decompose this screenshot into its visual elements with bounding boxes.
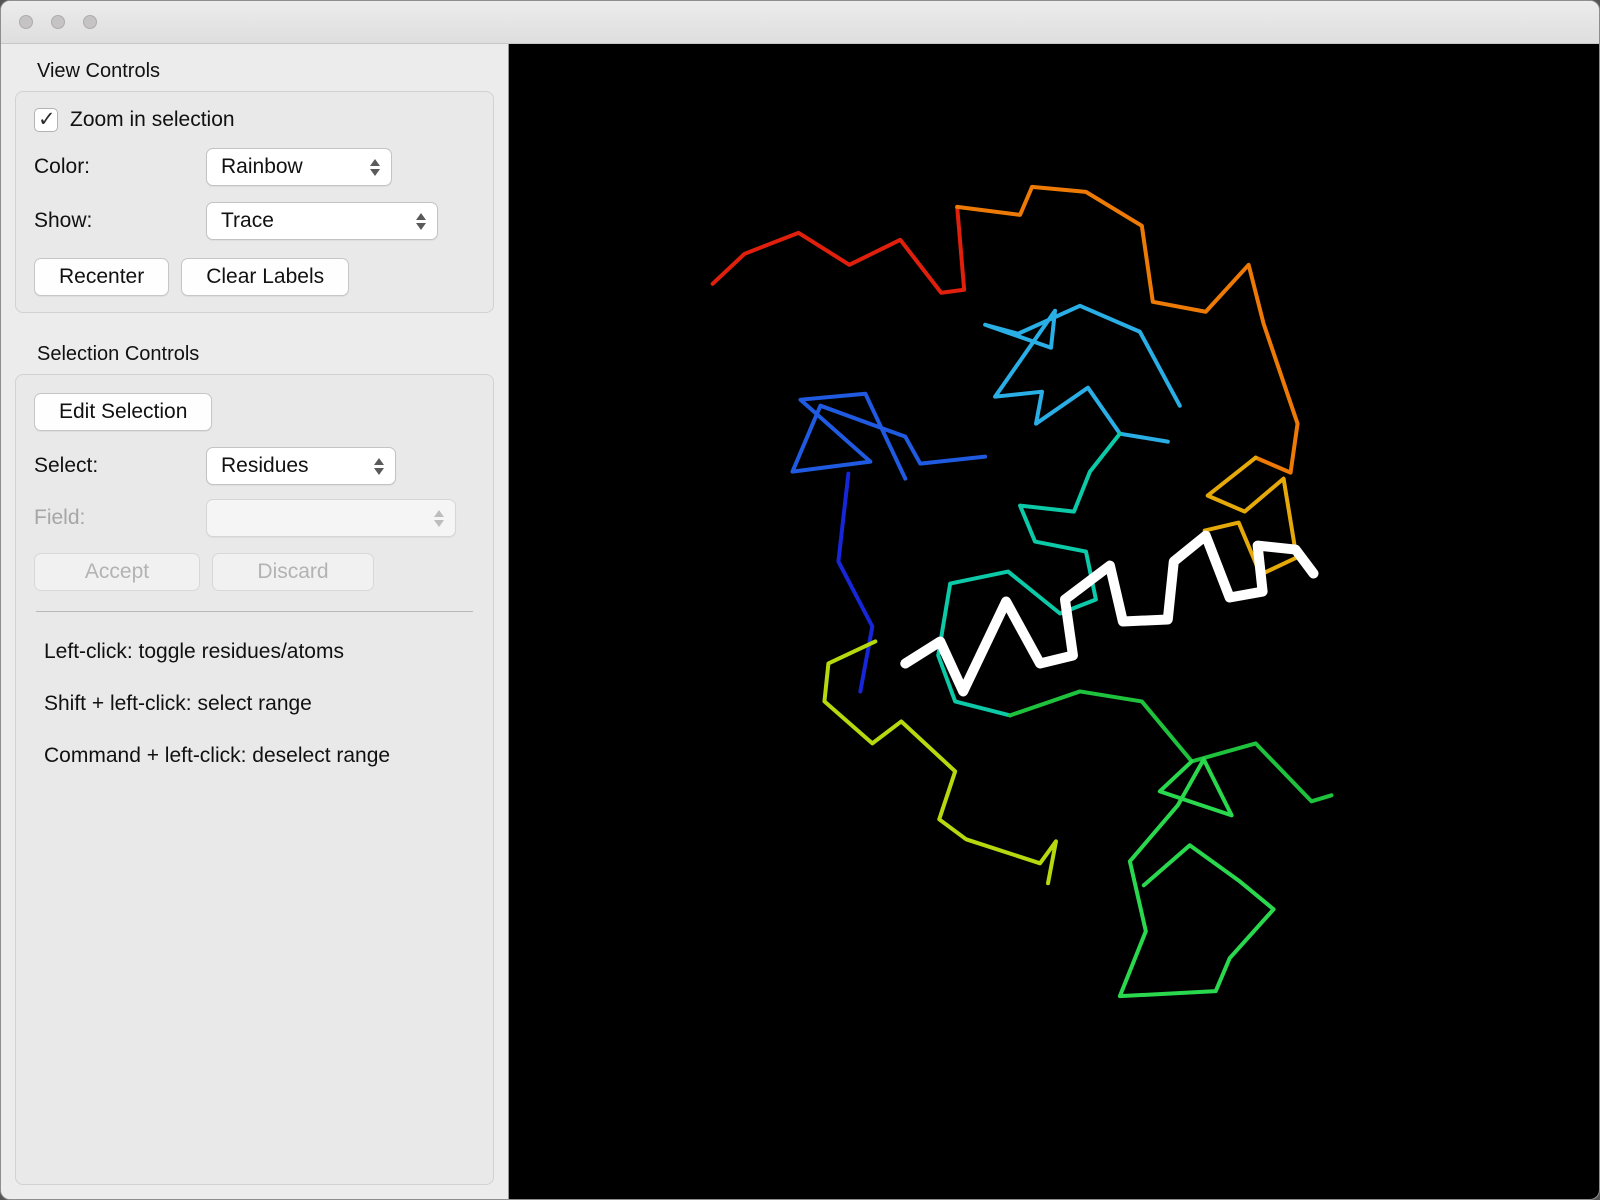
segment-blue[interactable] [790,391,988,481]
section-divider [36,611,473,612]
hint-shift-left-click: Shift + left-click: select range [44,692,312,715]
show-dropdown[interactable]: Trace [206,202,438,240]
select-label: Select: [34,454,99,477]
title-bar [1,1,1599,44]
chevron-down-icon [370,168,380,176]
chevron-up-icon [374,457,384,465]
stepper-icon [371,457,387,475]
segment-chartreuse[interactable] [822,639,1058,886]
segment-lightblue[interactable] [983,303,1182,444]
segment-red[interactable] [710,204,967,295]
stepper-icon [431,509,447,527]
molecule-svg [710,184,1334,999]
accept-button: Accept [34,553,200,591]
zoom-window-button[interactable] [83,15,97,29]
hint-command-left-click: Command + left-click: deselect range [44,744,391,767]
minimize-button[interactable] [51,15,65,29]
clear-labels-button[interactable]: Clear Labels [181,258,350,296]
discard-button: Discard [212,553,374,591]
stepper-icon [367,158,383,176]
chevron-down-icon [374,467,384,475]
window-content: View Controls Zoom in selection Color: R… [1,44,1599,1199]
select-dropdown[interactable]: Residues [206,447,396,485]
view-controls-group: Zoom in selection Color: Rainbow Show: [15,91,494,313]
recenter-button[interactable]: Recenter [34,258,170,296]
chevron-up-icon [434,509,444,517]
color-dropdown[interactable]: Rainbow [206,148,392,186]
segment-green[interactable] [1008,689,1334,804]
zoom-in-selection-label: Zoom in selection [70,108,235,131]
selection-controls-group: Edit Selection Select: Residues Field: A… [15,374,494,1185]
segment-green-lower[interactable] [1117,757,1276,999]
stepper-icon [413,212,429,230]
field-label: Field: [34,506,86,529]
color-label: Color: [34,155,91,178]
hint-left-click: Left-click: toggle residues/atoms [44,640,344,663]
segment-darkblue[interactable] [836,471,875,694]
select-dropdown-value: Residues [221,454,309,477]
molecule-viewport[interactable] [509,44,1599,1199]
close-button[interactable] [19,15,33,29]
app-window: View Controls Zoom in selection Color: R… [0,0,1600,1200]
chevron-down-icon [434,519,444,527]
color-dropdown-value: Rainbow [221,155,303,178]
chevron-up-icon [370,158,380,166]
chevron-down-icon [416,222,426,230]
field-dropdown [206,499,456,537]
chevron-up-icon [416,212,426,220]
edit-selection-button[interactable]: Edit Selection [34,393,213,431]
view-controls-title: View Controls [37,60,161,82]
control-sidebar: View Controls Zoom in selection Color: R… [1,44,509,1199]
show-dropdown-value: Trace [221,209,274,232]
show-label: Show: [34,209,93,232]
selection-controls-title: Selection Controls [37,343,200,365]
zoom-in-selection-checkbox[interactable] [34,107,58,132]
